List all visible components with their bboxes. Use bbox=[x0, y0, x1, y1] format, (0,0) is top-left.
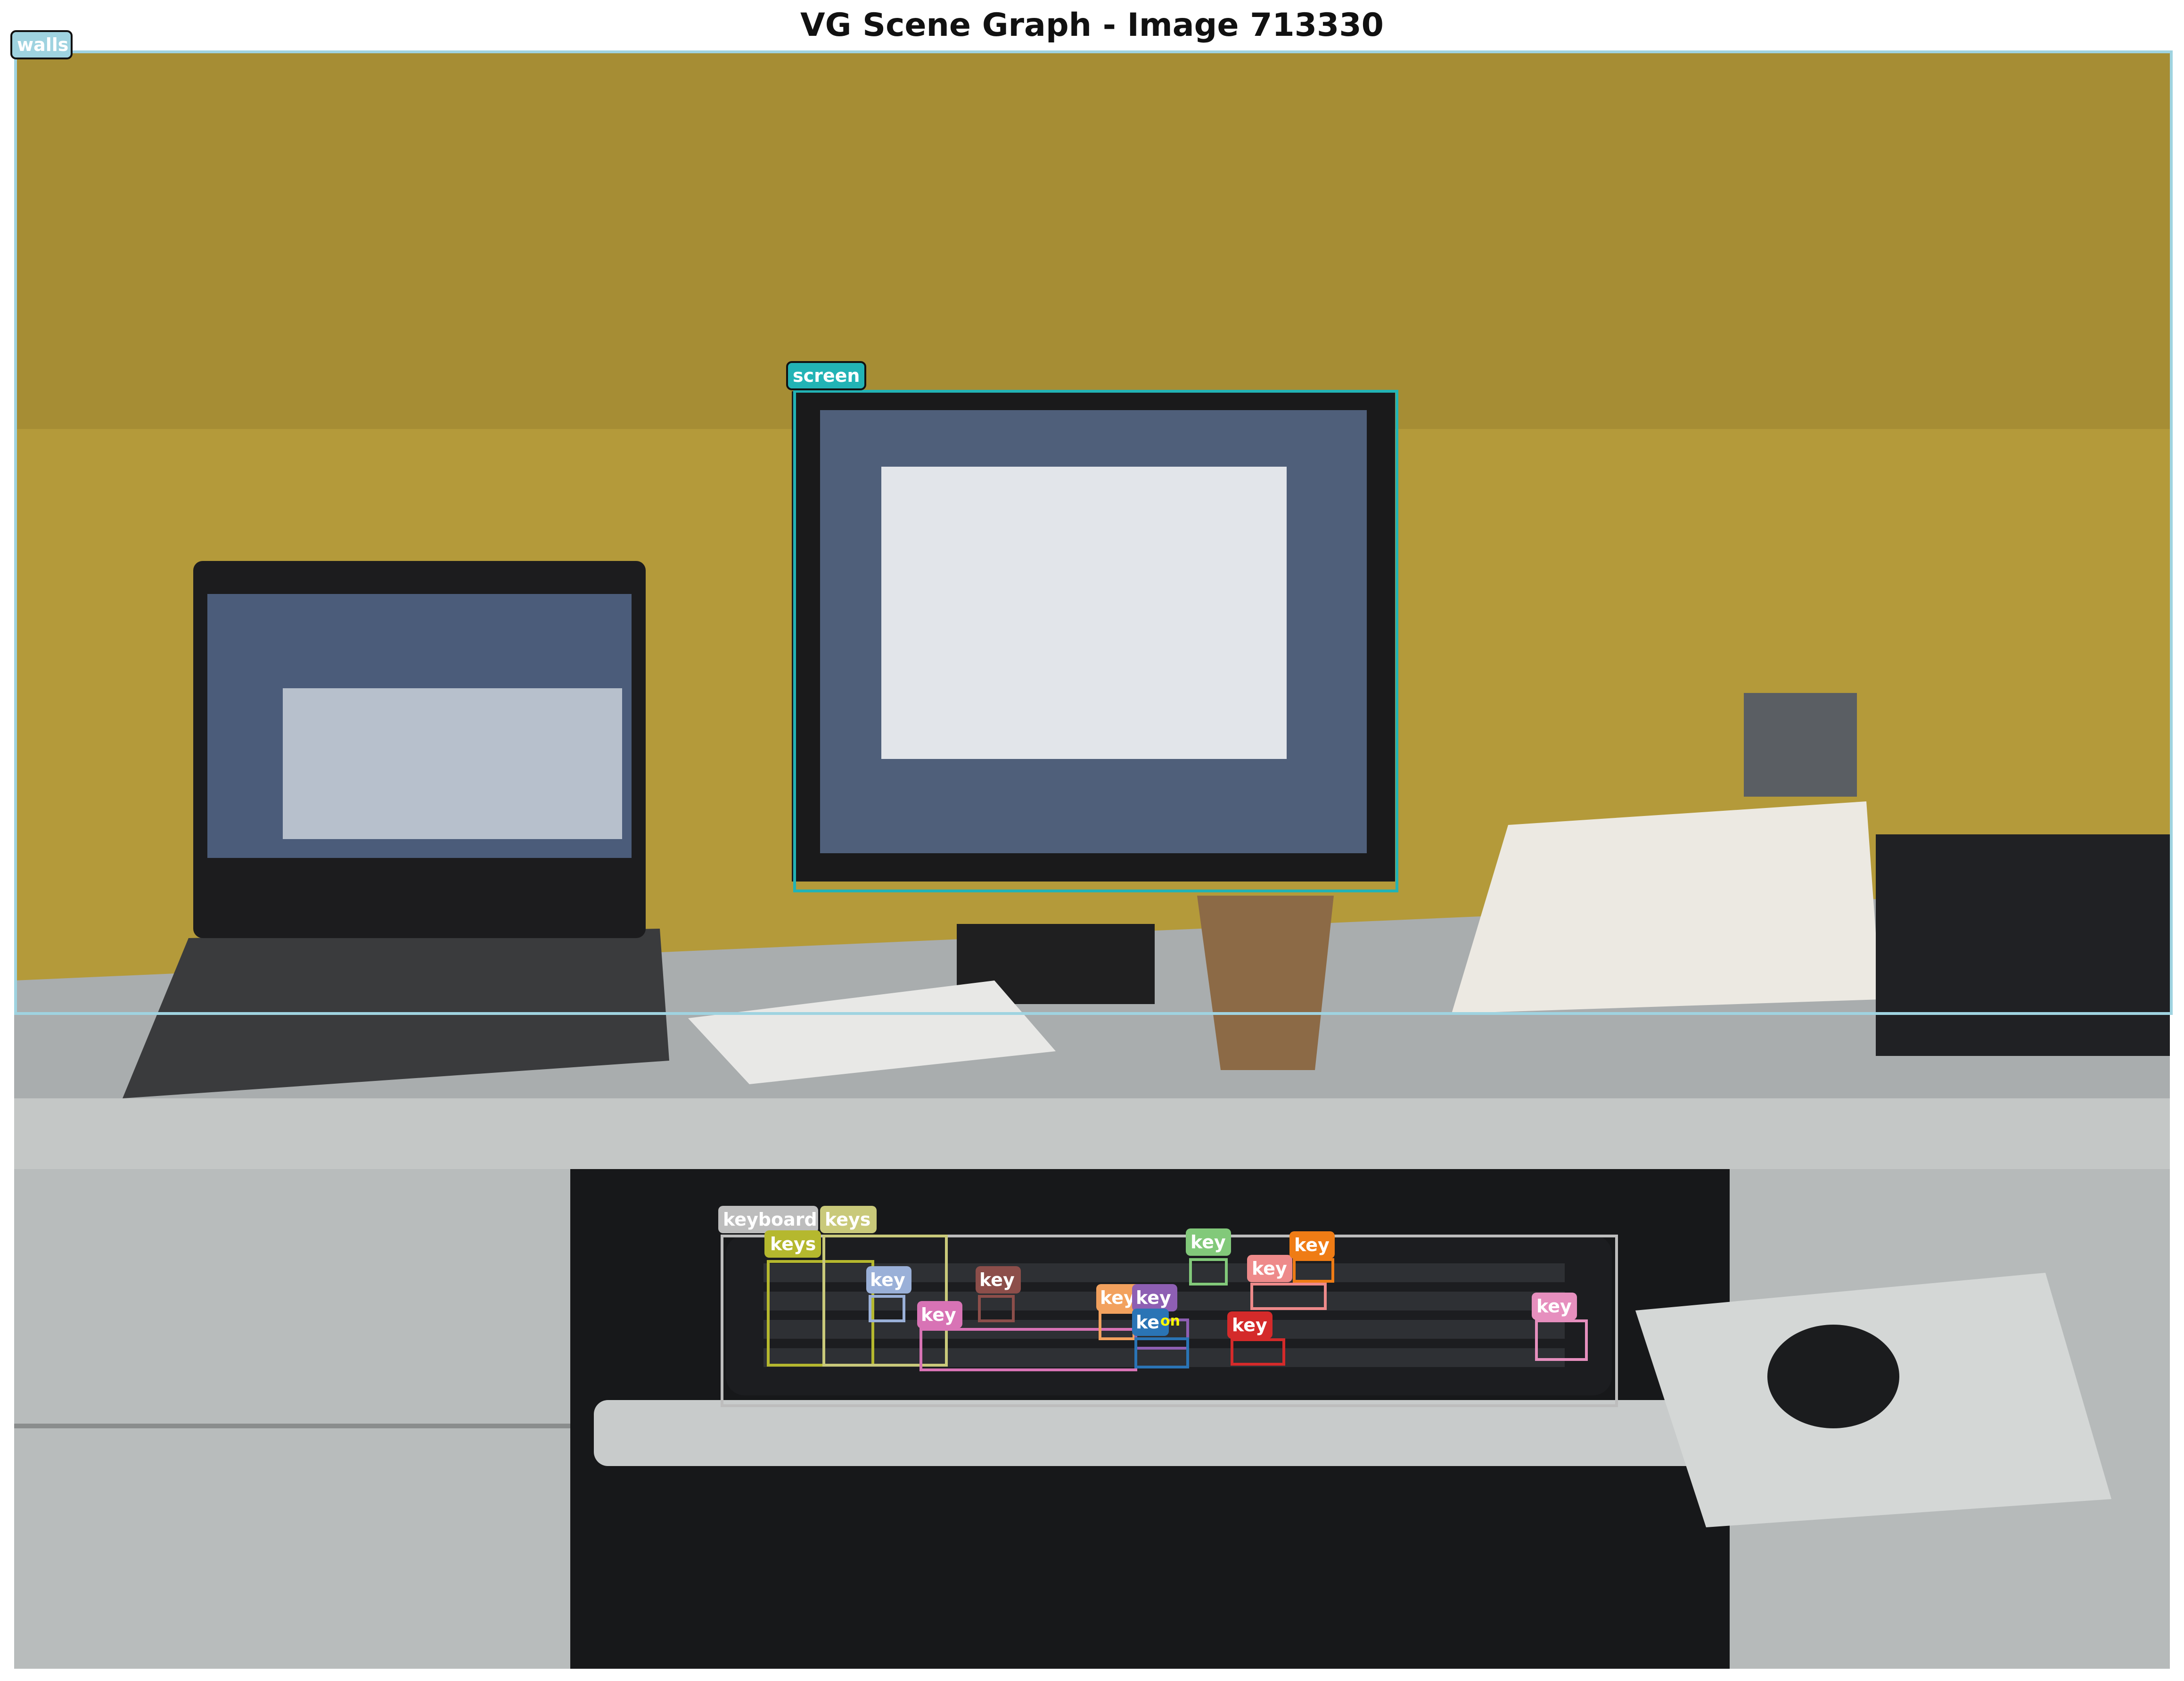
key-label-1: key bbox=[870, 1269, 905, 1290]
key-label-10: key bbox=[1232, 1315, 1267, 1335]
drawer-left bbox=[14, 1169, 570, 1669]
keyboard-label: keyboard bbox=[723, 1209, 817, 1230]
canister bbox=[1744, 693, 1857, 797]
key-label-9: key bbox=[1294, 1235, 1330, 1255]
key-label-5: key bbox=[1136, 1287, 1171, 1308]
key-label-4: key bbox=[1100, 1287, 1135, 1308]
keyboard-tray bbox=[594, 1400, 1716, 1466]
key-label-3: key bbox=[921, 1304, 956, 1325]
key-label-11: key bbox=[1536, 1296, 1572, 1317]
scene-photo: walls screen keyboard keys keys key key … bbox=[10, 30, 2173, 1669]
desk-front-edge bbox=[14, 1098, 2170, 1169]
mouse bbox=[1767, 1325, 1899, 1428]
walls-label: walls bbox=[17, 34, 68, 55]
keys-label-1: keys bbox=[770, 1234, 816, 1254]
coffee-cup bbox=[1197, 896, 1334, 1070]
phone bbox=[1876, 834, 2170, 1056]
key-label-8: key bbox=[1252, 1258, 1287, 1279]
key-label-2: key bbox=[979, 1269, 1015, 1290]
key-label-7: key bbox=[1191, 1232, 1226, 1253]
books bbox=[1452, 801, 1880, 1014]
keys-label-2: keys bbox=[825, 1209, 870, 1230]
screen-label: screen bbox=[793, 365, 860, 386]
key-label-6: ke bbox=[1136, 1312, 1159, 1333]
relation-on-label: on bbox=[1160, 1313, 1180, 1329]
